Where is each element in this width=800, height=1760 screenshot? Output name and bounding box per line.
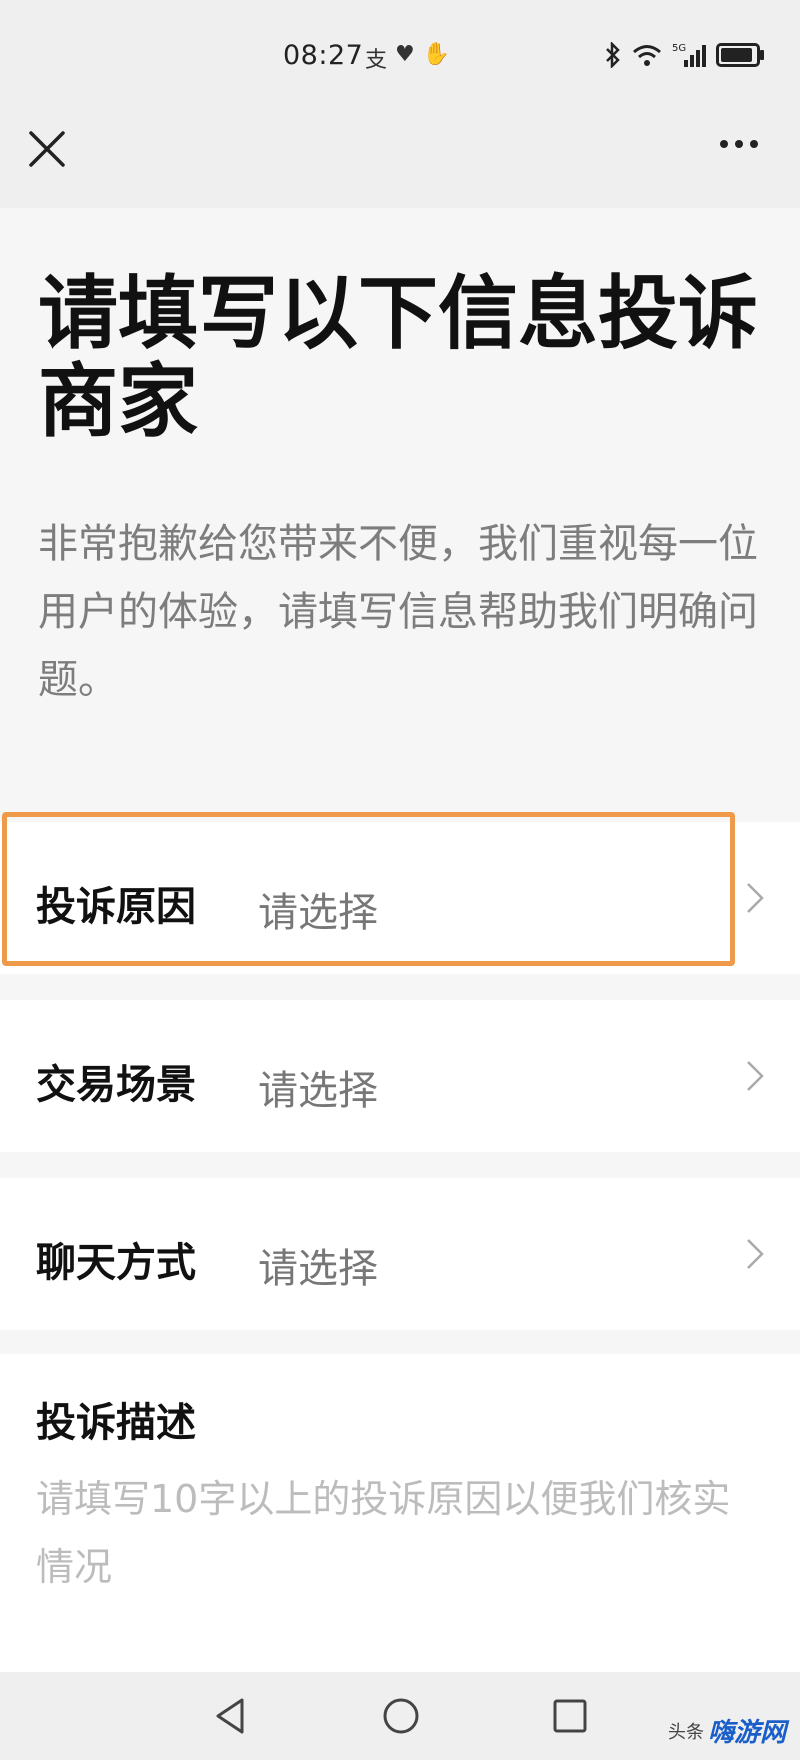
- close-icon[interactable]: [26, 128, 68, 170]
- watermark-brand: 嗨游网: [707, 1718, 786, 1748]
- chat-method-value: 请选择: [258, 1246, 378, 1292]
- page-title: 请填写以下信息投诉商家: [38, 267, 758, 448]
- signal-icon: 5G: [672, 43, 706, 67]
- chevron-right-icon: [747, 1239, 764, 1269]
- chat-method-row[interactable]: 聊天方式 请选择: [0, 1178, 800, 1330]
- hand-icon: ✋: [422, 42, 451, 67]
- wifi-icon: [633, 45, 661, 66]
- chevron-right-icon: [747, 883, 764, 913]
- description-textarea[interactable]: 请填写10字以上的投诉原因以便我们核实情况: [36, 1465, 766, 1601]
- status-notification-icons: 支 ♥ ✋: [365, 42, 450, 74]
- chevron-right-icon: [747, 1061, 764, 1091]
- recents-icon[interactable]: [552, 1698, 588, 1734]
- page-subtitle: 非常抱歉给您带来不便，我们重视每一位用户的体验，请填写信息帮助我们明确问题。: [38, 521, 758, 703]
- battery-level: [721, 48, 752, 62]
- watermark: 头条 嗨游网: [668, 1712, 786, 1749]
- nav-bar: [0, 118, 800, 208]
- more-icon[interactable]: [720, 140, 758, 148]
- battery-icon: [716, 43, 764, 67]
- status-right-icons: 5G: [604, 42, 764, 68]
- highlight-box: [2, 812, 735, 966]
- description-label: 投诉描述: [36, 1400, 196, 1446]
- chat-method-label: 聊天方式: [36, 1240, 196, 1286]
- trade-scene-value: 请选择: [258, 1068, 378, 1114]
- watermark-prefix: 头条: [667, 1721, 704, 1743]
- network-label: 5G: [672, 43, 686, 54]
- heart-icon: ♥: [395, 42, 415, 67]
- trade-scene-label: 交易场景: [36, 1062, 196, 1108]
- trade-scene-row[interactable]: 交易场景 请选择: [0, 1000, 800, 1152]
- back-icon[interactable]: [212, 1696, 248, 1736]
- status-time: 08:27: [283, 40, 364, 71]
- alipay-icon: 支: [365, 48, 388, 73]
- home-icon[interactable]: [381, 1696, 421, 1736]
- bluetooth-icon: [606, 42, 620, 68]
